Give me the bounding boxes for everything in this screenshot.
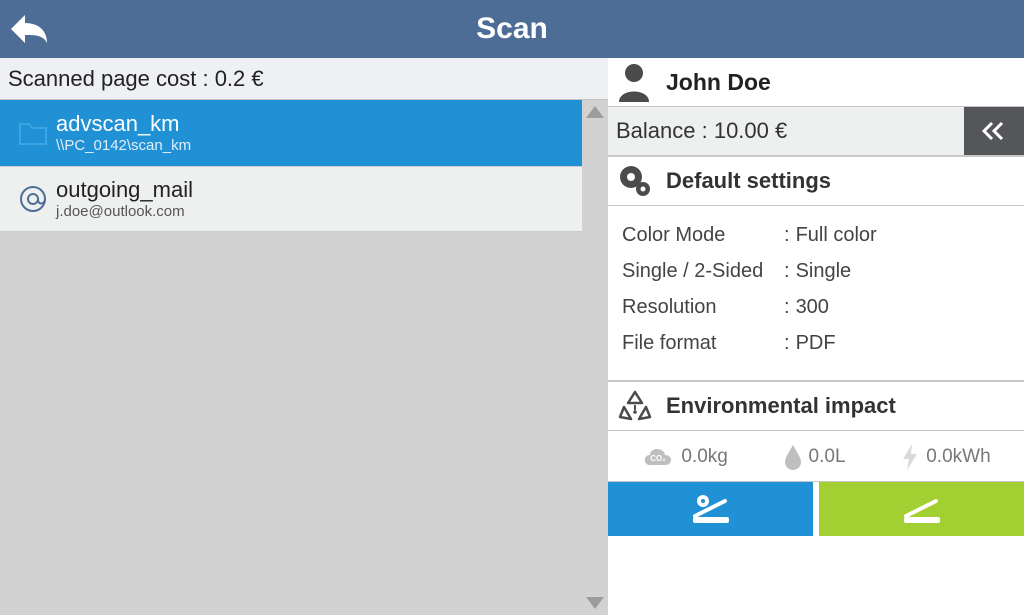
settings-body: Color Mode : Full color Single / 2-Sided… — [608, 206, 1024, 381]
user-icon — [616, 62, 652, 102]
env-water-value: 0.0L — [809, 446, 846, 468]
env-co2: CO₂ 0.0kg — [641, 445, 727, 469]
scan-cost-label: Scanned page cost : 0.2 € — [0, 58, 608, 100]
setting-row: Single / 2-Sided : Single — [622, 254, 877, 288]
destination-item-advscan[interactable]: advscan_km \\PC_0142\scan_km — [0, 100, 582, 166]
setting-value: 300 — [796, 290, 877, 324]
setting-row: Resolution : 300 — [622, 290, 877, 324]
back-arrow-icon — [9, 11, 49, 47]
water-drop-icon — [783, 444, 803, 470]
settings-button[interactable] — [608, 482, 813, 536]
setting-label: Resolution — [622, 290, 782, 324]
environment-header: Environmental impact — [608, 381, 1024, 431]
scroll-up-icon[interactable] — [586, 106, 604, 118]
left-panel: Scanned page cost : 0.2 € advscan_km \\P… — [0, 58, 608, 615]
balance-row: Balance : 10.00 € — [608, 106, 1024, 156]
env-water: 0.0L — [783, 444, 846, 470]
setting-label: Color Mode — [622, 218, 782, 252]
setting-value: Single — [796, 254, 877, 288]
back-button[interactable] — [0, 0, 58, 58]
recycle-icon — [618, 389, 652, 423]
destination-name: outgoing_mail — [56, 178, 193, 202]
setting-label: File format — [622, 326, 782, 360]
setting-value: Full color — [796, 218, 877, 252]
gear-icon — [618, 164, 652, 198]
at-icon — [18, 184, 48, 214]
environment-body: CO₂ 0.0kg 0.0L 0.0kWh — [608, 431, 1024, 482]
destination-detail: \\PC_0142\scan_km — [56, 137, 191, 154]
folder-icon — [18, 120, 48, 146]
setting-label: Single / 2-Sided — [622, 254, 782, 288]
user-row: John Doe — [608, 58, 1024, 106]
settings-header: Default settings — [608, 156, 1024, 206]
env-co2-value: 0.0kg — [681, 446, 727, 468]
user-name: John Doe — [666, 69, 771, 96]
destination-name: advscan_km — [56, 112, 191, 136]
action-row — [608, 482, 1024, 536]
scanner-icon — [894, 491, 950, 527]
scan-button[interactable] — [819, 482, 1024, 536]
setting-row: Color Mode : Full color — [622, 218, 877, 252]
collapse-button[interactable] — [964, 107, 1024, 155]
env-energy: 0.0kWh — [900, 443, 990, 471]
settings-title: Default settings — [666, 168, 831, 194]
setting-row: File format : PDF — [622, 326, 877, 360]
scanner-settings-icon — [683, 491, 739, 527]
setting-value: PDF — [796, 326, 877, 360]
svg-text:CO₂: CO₂ — [651, 454, 667, 463]
cloud-icon: CO₂ — [641, 445, 675, 469]
double-chevron-left-icon — [980, 121, 1008, 141]
environment-title: Environmental impact — [666, 393, 896, 419]
destination-item-outgoing[interactable]: outgoing_mail j.doe@outlook.com — [0, 166, 582, 232]
scroll-down-icon[interactable] — [586, 597, 604, 609]
app-header: Scan — [0, 0, 1024, 58]
scrollbar[interactable] — [582, 100, 608, 615]
destination-list: advscan_km \\PC_0142\scan_km outgo — [0, 100, 608, 615]
balance-label: Balance : 10.00 € — [616, 118, 787, 144]
page-title: Scan — [0, 12, 1024, 46]
lightning-icon — [900, 443, 920, 471]
env-energy-value: 0.0kWh — [926, 446, 990, 468]
right-panel: John Doe Balance : 10.00 € Default setti… — [608, 58, 1024, 615]
destination-detail: j.doe@outlook.com — [56, 203, 193, 220]
